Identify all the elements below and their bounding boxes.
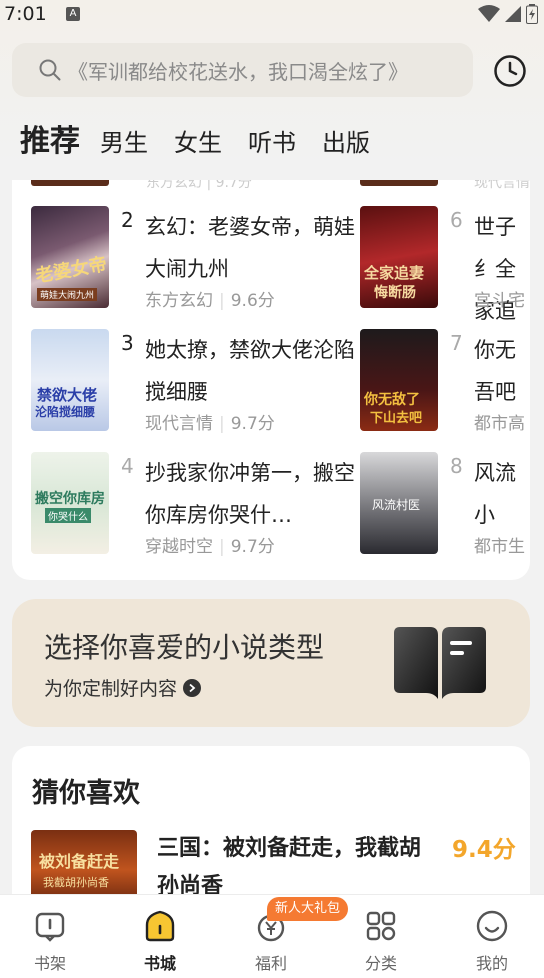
book-genre: 都市生 [474,537,525,557]
battery-icon [526,4,538,24]
book-title[interactable]: 三国：被刘备赶走，我截胡孙尚香 [157,830,437,896]
book-cover: 风流村医 [360,452,438,554]
peek-cover-left [31,180,109,186]
cover-title: 被刘备赶走 [39,852,120,871]
book-cover: 搬空你库房 你哭什么 [31,452,109,554]
bookstore-icon [145,910,175,942]
book-title: 世子纟全家追 [474,215,516,323]
history-clock-icon[interactable] [492,53,528,89]
banner-subtitle-row: 为你定制好内容 [44,674,202,701]
signal-icon [505,6,521,22]
tab-female[interactable]: 女生 [174,123,222,158]
category-tabs: 推荐 男生 女生 听书 出版 [20,116,396,160]
nav-profile[interactable]: 我的 [452,895,532,978]
new-user-gift-badge[interactable]: 新人大礼包 [267,897,349,921]
status-time: 7:01 [4,3,47,25]
tab-audiobook[interactable]: 听书 [248,123,296,158]
status-icons [478,4,538,24]
rank-number: 8 [450,454,463,478]
cover-subtitle: 沦陷搅细腰 [35,405,96,419]
cover-subtitle: 你哭什么 [45,508,91,523]
cover-subtitle: 下山去吧 [370,411,423,426]
book-genre: 现代言情 [145,414,213,434]
tab-published[interactable]: 出版 [322,123,370,158]
category-icon [366,911,396,941]
book-score: 9.6分 [230,291,275,311]
wifi-icon [478,5,500,22]
nav-bookshelf[interactable]: 书架 [10,895,90,978]
book-cover: 老婆女帝 萌娃大闹九州 [31,206,109,308]
book-title: 你无吾吧 [474,338,516,404]
status-bar: 7:01 A [0,0,544,30]
cover-subtitle: 萌娃大闹九州 [37,288,98,301]
book-genre: 穿越时空 [145,537,213,557]
book-meta: 都市高 [474,409,525,434]
book-score: 9.7分 [230,414,275,434]
section-heading: 猜你喜欢 [32,778,140,809]
peek-meta-left: 东方玄幻 | 9.7分 [146,180,252,191]
book-score: 9.4分 [452,837,516,863]
book-title: 她太撩，禁欲大佬沦陷搅细腰 [145,338,355,404]
nav-label: 福利 [254,954,287,973]
nav-category[interactable]: 分类 [341,895,421,978]
rank-number: 7 [450,331,463,355]
nav-label: 分类 [364,954,397,973]
book-cover: 禁欲大佬 沦陷搅细腰 [31,329,109,431]
book-genre: 宫斗宅 [474,291,525,311]
book-cover: 全家追妻 悔断肠 [360,206,438,308]
rank-number: 6 [450,208,463,232]
rank-number: 4 [121,454,134,478]
book-meta: 宫斗宅 [474,286,525,311]
book-cover[interactable]: 被刘备赶走 我截胡孙尚香 [31,830,137,896]
cover-subtitle: 我截胡孙尚香 [43,876,109,889]
search-bar[interactable]: 《军训都给校花送水，我口渴全炫了》 [12,43,473,97]
book-meta: 都市生 [474,532,525,557]
book-meta: 现代言情 | 9.7分 [145,414,275,434]
cover-title: 风流村医 [372,498,421,512]
nav-bookstore[interactable]: 书城 [120,895,200,978]
peek-meta-right: 现代言情 [474,180,530,191]
cover-title: 老婆女帝 [33,253,109,288]
profile-icon [476,910,508,942]
category-preference-banner[interactable]: 选择你喜爱的小说类型 为你定制好内容 [12,599,530,727]
notification-icon: A [66,7,80,21]
book-meta: 穿越时空 | 9.7分 [145,537,275,557]
banner-subtitle: 为你定制好内容 [44,678,178,700]
tab-recommend[interactable]: 推荐 [20,116,80,160]
bookshelf-icon [35,912,65,942]
book-title: 玄幻：老婆女帝，萌娃大闹九州 [145,215,355,281]
book-title: 风流小 [474,461,516,527]
search-placeholder: 《军训都给校花送水，我口渴全炫了》 [68,59,408,84]
cover-title: 禁欲大佬 [37,386,98,404]
cover-title: 你无敌了 [364,392,420,408]
nav-label: 书城 [143,954,176,973]
rank-number: 2 [121,208,134,232]
rank-number: 3 [121,331,134,355]
book-genre: 东方玄幻 [145,291,213,311]
guess-you-like-card: 猜你喜欢 被刘备赶走 我截胡孙尚香 三国：被刘备赶走，我截胡孙尚香 9.4分 [12,746,530,896]
banner-title: 选择你喜爱的小说类型 [44,631,325,664]
ranking-card: 东方玄幻 | 9.7分 现代言情 老婆女帝 萌娃大闹九州 2 玄幻：老婆女帝，萌… [12,180,530,580]
open-book-icon [394,627,486,699]
search-icon [38,57,64,83]
arrow-right-icon [183,678,202,697]
cover-title: 全家追妻 [364,264,425,282]
cover-subtitle: 悔断肠 [374,285,416,301]
book-genre: 都市高 [474,414,525,434]
book-cover: 你无敌了 下山去吧 [360,329,438,431]
book-score: 9.7分 [230,537,275,557]
book-title: 抄我家你冲第一，搬空你库房你哭什… [145,461,355,527]
book-meta: 东方玄幻 | 9.6分 [145,291,275,311]
tab-male[interactable]: 男生 [100,123,148,158]
cover-title: 搬空你库房 [35,491,105,507]
nav-label: 书架 [33,954,66,973]
nav-label: 我的 [475,954,508,973]
peek-cover-right [360,180,438,186]
